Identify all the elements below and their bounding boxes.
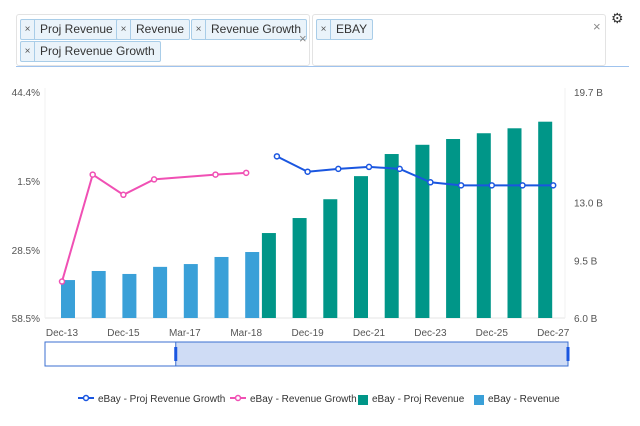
line-point (396, 165, 403, 173)
bar-ebay-proj-revenue (446, 139, 461, 318)
line-point (457, 182, 465, 189)
right-tick-label: 6.0 B (574, 314, 598, 325)
line-point (427, 179, 434, 186)
x-tick-label: Dec-21 (353, 328, 386, 339)
left-tick-label: 1.5% (17, 177, 40, 188)
legend-label: eBay - Revenue Growth (250, 394, 357, 405)
line-point (120, 191, 127, 199)
bar-marker-icon (474, 394, 484, 405)
legend-item[interactable]: eBay - Revenue (474, 394, 560, 405)
bar-marker-icon (358, 394, 368, 405)
line-point (549, 182, 557, 189)
bar-ebay-revenue (153, 266, 168, 318)
bar-ebay-revenue (245, 252, 260, 318)
legend-item[interactable]: eBay - Revenue Growth (230, 394, 357, 405)
bar-ebay-revenue (183, 264, 198, 318)
navigator-selection[interactable] (175, 341, 569, 367)
bar-ebay-revenue (214, 256, 229, 318)
left-tick-label: 58.5% (12, 314, 40, 325)
bar-ebay-proj-revenue (323, 199, 338, 318)
x-tick-label: Dec-15 (107, 328, 140, 339)
chart: Dec-13 Dec-15 Mar-17 Mar-18 Dec-19 Dec-21 Dec-… (12, 88, 603, 367)
legend-label: eBay - Proj Revenue Growth (98, 394, 226, 405)
bar-ebay-revenue (61, 280, 75, 318)
left-tick-label: 28.5% (12, 246, 40, 257)
legend-item[interactable]: eBay - Proj Revenue Growth (78, 394, 225, 405)
bar-ebay-proj-revenue (292, 218, 307, 318)
line-point (242, 169, 250, 177)
line-point (273, 153, 281, 160)
line-point (488, 182, 496, 189)
line-point (335, 165, 342, 173)
line-point (89, 171, 96, 178)
x-tick-label: Dec-23 (414, 328, 447, 339)
line-point (58, 278, 66, 285)
x-tick-label: Mar-17 (169, 328, 201, 339)
right-tick-label: 9.5 B (574, 256, 598, 267)
bar-ebay-revenue (91, 270, 106, 318)
line-point (150, 176, 158, 183)
bar-ebay-proj-revenue (476, 133, 491, 318)
navigator-left-handle[interactable] (174, 347, 178, 361)
bar-ebay-proj-revenue (354, 176, 368, 318)
bar-ebay-revenue (122, 273, 137, 318)
x-tick-label: Dec-25 (476, 328, 509, 339)
line-marker-icon (230, 394, 246, 405)
x-tick-label: Dec-19 (291, 328, 324, 339)
line-point (519, 182, 526, 189)
legend-label: eBay - Revenue (488, 394, 560, 405)
x-tick-label: Dec-13 (46, 328, 79, 339)
line-point (365, 163, 373, 171)
bar-ebay-proj-revenue (507, 128, 522, 318)
legend-item[interactable]: eBay - Proj Revenue (358, 394, 464, 405)
right-tick-label: 13.0 B (574, 199, 603, 210)
line-point (304, 168, 311, 175)
bar-ebay-proj-revenue (415, 144, 430, 318)
x-tick-label: Dec-27 (537, 328, 570, 339)
navigator-right-handle[interactable] (566, 347, 570, 361)
line-marker-icon (78, 394, 94, 405)
legend-label: eBay - Proj Revenue (372, 394, 465, 405)
bar-ebay-proj-revenue (384, 154, 399, 318)
bar-ebay-proj-revenue (538, 121, 553, 319)
left-tick-label: 44.4% (12, 88, 40, 99)
bar-ebay-proj-revenue (261, 233, 276, 318)
line-point (212, 171, 219, 178)
x-tick-label: Mar-18 (230, 328, 262, 339)
right-tick-label: 19.7 B (574, 88, 603, 99)
